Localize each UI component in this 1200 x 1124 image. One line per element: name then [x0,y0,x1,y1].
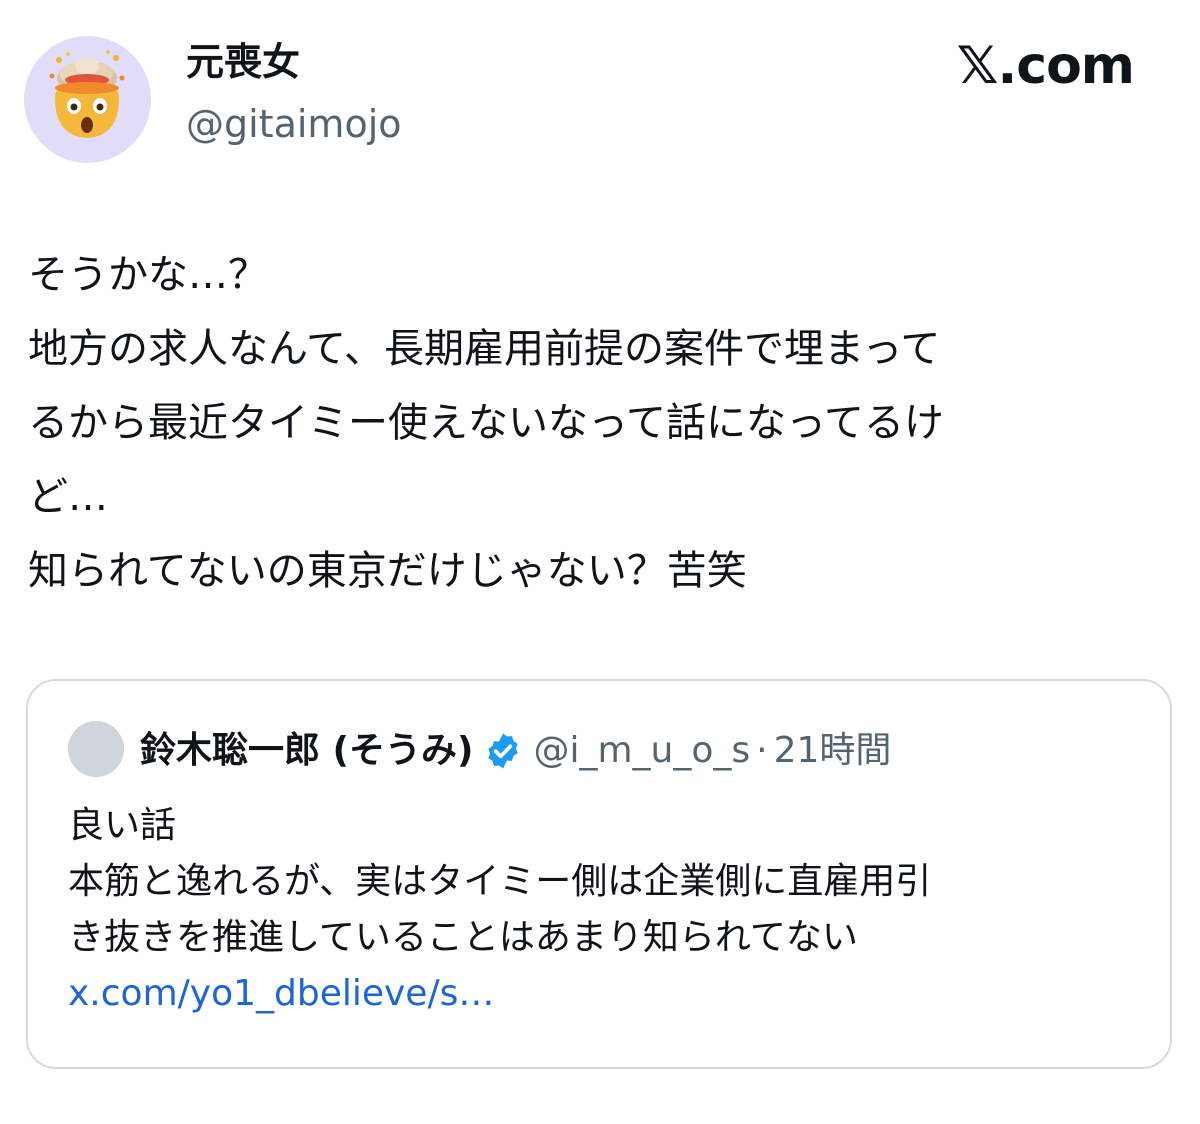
quoted-tweet-body: 良い話 本筋と逸れるが、実はタイミー側は企業側に直雇用引 き抜きを推進しているこ… [68,798,1138,1022]
quoted-author-handle[interactable]: @i_m_u_o_s [533,727,750,775]
separator-dot: · [756,730,768,771]
author-display-name[interactable]: 元喪女 [186,38,300,86]
tweet-body: そうかな…？ 地方の求人なんて、長期雇用前提の案件で埋まって るから最近タイミー… [28,238,1168,608]
quoted-tweet-link[interactable]: x.com/yo1_dbelieve/s… [68,966,1138,1022]
quoted-author-display-name[interactable]: 鈴木聡一郎 (そうみ) [140,727,473,775]
quoted-tweet-timestamp[interactable]: 21時間 [774,727,892,775]
tweet-text-line: 地方の求人なんて、長期雇用前提の案件で埋まって [28,326,941,372]
tweet-text-line: 知られてないの東京だけじゃない？苦笑 [28,548,747,594]
author-avatar[interactable] [24,36,151,163]
verified-badge-icon [483,731,523,771]
quoted-tweet-card[interactable]: 鈴木聡一郎 (そうみ) @i_m_u_o_s · 21時間 良い話 本筋と逸れる… [26,679,1172,1069]
tweet-text-line: ど… [28,474,108,520]
tweet-header: 元喪女 @gitaimojo 𝕏.com [0,0,1200,170]
exploding-head-emoji-icon [49,50,125,138]
author-handle[interactable]: @gitaimojo [186,100,402,148]
quoted-author-avatar[interactable] [68,721,124,777]
quoted-text-line: 本筋と逸れるが、実はタイミー側は企業側に直雇用引 [68,861,932,902]
quoted-text-line: き抜きを推進していることはあまり知られてない [68,917,858,958]
tweet-text-line: そうかな…？ [28,252,268,298]
x-brand-logo: 𝕏.com [956,36,1135,96]
quoted-tweet-header: 鈴木聡一郎 (そうみ) @i_m_u_o_s · 21時間 [140,725,891,777]
tweet-text-line: るから最近タイミー使えないなって話になってるけ [28,400,944,446]
quoted-text-line: 良い話 [68,805,177,846]
